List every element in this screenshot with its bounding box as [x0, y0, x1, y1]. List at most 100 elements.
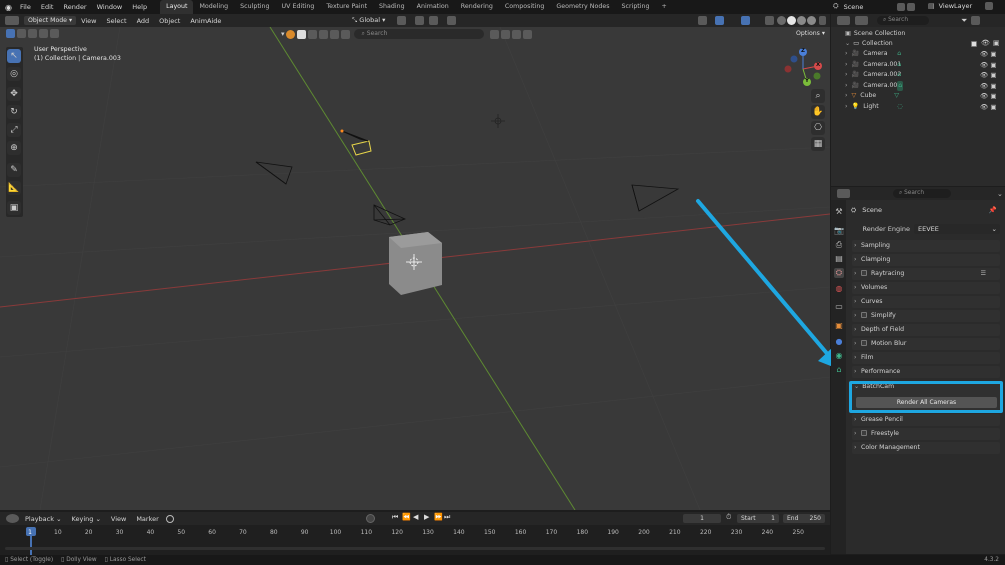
- camera-object[interactable]: [631, 184, 680, 212]
- freestyle-checkbox[interactable]: [861, 430, 867, 436]
- section-sampling[interactable]: › Sampling: [852, 240, 1000, 252]
- rotate-tool-icon[interactable]: ↻: [7, 105, 21, 119]
- camera-data-icon[interactable]: ⌂: [897, 49, 901, 59]
- blender-logo-icon[interactable]: ◉: [5, 3, 12, 12]
- auto-keying-icon[interactable]: [165, 514, 174, 523]
- transform-tool-icon[interactable]: ⊕: [7, 141, 21, 155]
- snap-target-icon[interactable]: [429, 16, 438, 25]
- tab-rendering[interactable]: Rendering: [455, 0, 499, 14]
- zoom-icon[interactable]: ⌕: [811, 89, 825, 103]
- object-properties-tab-icon[interactable]: ▣: [834, 321, 844, 331]
- section-motion-blur[interactable]: › Motion Blur: [852, 338, 1000, 350]
- select-extend-icon[interactable]: [17, 29, 26, 38]
- modifier-properties-tab-icon[interactable]: ●: [834, 337, 844, 347]
- viewport-shading-icon[interactable]: [296, 29, 306, 39]
- current-frame-field[interactable]: 1: [683, 514, 721, 523]
- section-performance[interactable]: › Performance: [852, 366, 1000, 378]
- tab-scripting[interactable]: Scripting: [616, 0, 656, 14]
- tool-properties-tab-icon[interactable]: ⚒: [834, 207, 844, 217]
- viewport-search-field[interactable]: ⌕ Search: [353, 29, 484, 39]
- menu-edit[interactable]: Edit: [36, 0, 59, 14]
- tab-shading[interactable]: Shading: [373, 0, 411, 14]
- scene-properties-tab-icon[interactable]: ⛭: [834, 268, 844, 278]
- xray-icon[interactable]: [765, 16, 774, 25]
- section-volumes[interactable]: › Volumes: [852, 282, 1000, 294]
- list-icon[interactable]: ☰: [980, 268, 986, 280]
- play-icon[interactable]: ▶: [424, 513, 429, 521]
- physics-properties-tab-icon[interactable]: ◉: [834, 351, 844, 361]
- record-icon[interactable]: [366, 514, 375, 523]
- ortho-grid-icon[interactable]: ▦: [811, 137, 825, 151]
- display-mode-icon[interactable]: [855, 16, 868, 25]
- move-tool-icon[interactable]: ✥: [7, 87, 21, 101]
- scene-selector[interactable]: ⛭ Scene: [833, 2, 916, 11]
- menu-keying[interactable]: Keying ⌄: [67, 512, 106, 526]
- collection-properties-tab-icon[interactable]: ▭: [834, 302, 844, 312]
- jump-keyframe-forward-icon[interactable]: ⏩: [434, 513, 443, 521]
- expand-arrow-icon[interactable]: ›: [845, 102, 847, 112]
- section-depth-of-field[interactable]: › Depth of Field: [852, 324, 1000, 336]
- tab-geometry-nodes[interactable]: Geometry Nodes: [550, 0, 615, 14]
- shield-icon[interactable]: [522, 29, 532, 39]
- eye-icon[interactable]: 👁: [981, 39, 990, 47]
- properties-editor-icon[interactable]: [837, 189, 850, 198]
- visibility-toggle[interactable]: 👁 ▣: [980, 60, 996, 71]
- expand-arrow-icon[interactable]: ›: [845, 70, 847, 80]
- annotate-tool-icon[interactable]: ✎: [7, 163, 21, 177]
- jump-start-icon[interactable]: ⏮: [392, 513, 398, 522]
- outliner-editor-icon[interactable]: [837, 16, 850, 25]
- tab-compositing[interactable]: Compositing: [499, 0, 550, 14]
- view-layer-tab-icon[interactable]: ▤: [834, 254, 844, 264]
- scale-tool-icon[interactable]: ⤢: [7, 123, 21, 137]
- menu-view[interactable]: View: [76, 14, 101, 28]
- section-clamping[interactable]: › Clamping: [852, 254, 1000, 266]
- tab-layout[interactable]: Layout: [160, 0, 194, 14]
- visibility-toggle[interactable]: 👁 ▣: [980, 102, 996, 113]
- mesh-data-icon[interactable]: ▽: [894, 91, 899, 101]
- collection-exclude-checkbox[interactable]: [971, 41, 977, 47]
- display-filter-icon[interactable]: [500, 29, 510, 39]
- data-properties-tab-icon[interactable]: ⌂: [834, 365, 844, 375]
- funnel-icon[interactable]: [511, 29, 521, 39]
- solid-shading-icon[interactable]: [787, 16, 796, 25]
- outliner-item-camera-001[interactable]: › 🎥 Camera.001 ⌂: [845, 60, 901, 70]
- properties-search-field[interactable]: ⌕ Search: [893, 189, 951, 198]
- overlay-toggle-icon[interactable]: [741, 16, 750, 25]
- render-properties-tab-icon[interactable]: 📷: [834, 226, 844, 236]
- camera-object[interactable]: [373, 204, 407, 226]
- menu-select[interactable]: Select: [102, 14, 132, 28]
- delete-scene-icon[interactable]: [906, 2, 915, 11]
- tab-sculpting[interactable]: Sculpting: [234, 0, 275, 14]
- visibility-toggle[interactable]: 👁 ▣: [980, 49, 996, 60]
- pan-hand-icon[interactable]: ✋: [811, 105, 825, 119]
- outliner-filter-icon[interactable]: ⏷: [961, 16, 967, 26]
- measure-tool-icon[interactable]: 📐: [7, 181, 21, 195]
- expand-arrow-icon[interactable]: ⌄: [845, 39, 850, 49]
- properties-options-icon[interactable]: ⌄: [997, 190, 1003, 198]
- filter-icon[interactable]: ▾: [281, 30, 285, 38]
- outliner-item-camera-002[interactable]: › 🎥 Camera.002 ⌂: [845, 70, 901, 80]
- menu-object[interactable]: Object: [154, 14, 185, 28]
- light-object[interactable]: [491, 114, 505, 128]
- clock-icon[interactable]: ⏱: [726, 513, 731, 522]
- section-color-management[interactable]: › Color Management: [852, 442, 1000, 454]
- pivot-icon[interactable]: [397, 16, 406, 25]
- new-collection-icon[interactable]: [971, 16, 981, 25]
- world-properties-tab-icon[interactable]: ◍: [834, 284, 844, 294]
- outliner-item-camera[interactable]: › 🎥 Camera ⌂: [845, 49, 901, 59]
- outliner-item-camera-003[interactable]: › 🎥 Camera.003 ⌂: [845, 80, 904, 91]
- play-reverse-icon[interactable]: ◀: [413, 513, 418, 521]
- jump-end-icon[interactable]: ⏭: [444, 513, 450, 522]
- render-icon[interactable]: ▣: [993, 39, 1000, 47]
- camera-data-icon[interactable]: ⌂: [897, 80, 904, 91]
- cursor-tool-icon[interactable]: ◎: [7, 67, 21, 81]
- outliner-item-cube[interactable]: › ▽ Cube ▽: [845, 91, 899, 101]
- transform-orientation[interactable]: ⤡ Global ▾: [352, 16, 385, 25]
- select-subtract-icon[interactable]: [28, 29, 37, 38]
- viewport-shading-icon[interactable]: [307, 29, 317, 39]
- bookmark-icon[interactable]: [489, 29, 499, 39]
- output-properties-tab-icon[interactable]: ⎙: [834, 240, 844, 250]
- snap-icon[interactable]: [415, 16, 424, 25]
- menu-add[interactable]: Add: [132, 14, 155, 28]
- visibility-toggle[interactable]: 👁 ▣: [980, 81, 996, 92]
